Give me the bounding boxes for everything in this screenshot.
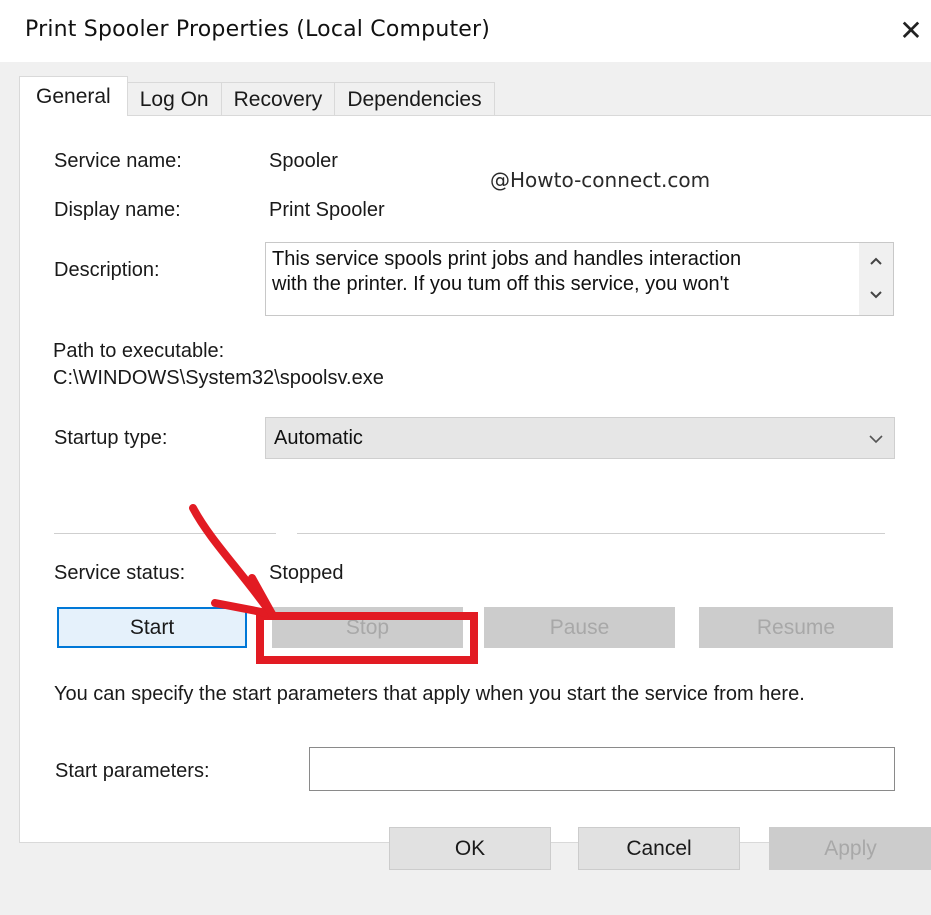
description-line-1: This service spools print jobs and handl… <box>272 248 742 270</box>
tab-dependencies[interactable]: Dependencies <box>334 82 495 116</box>
startup-type-label: Startup type: <box>54 427 168 449</box>
general-tab-panel: Service name: Spooler @Howto-connect.com… <box>19 115 931 843</box>
service-name-label: Service name: <box>54 150 182 172</box>
close-button[interactable]: ✕ <box>891 8 931 52</box>
ok-button[interactable]: OK <box>389 827 551 870</box>
tab-log-on[interactable]: Log On <box>126 82 222 116</box>
close-icon: ✕ <box>899 13 923 47</box>
stop-button[interactable]: Stop <box>272 607 463 648</box>
service-status-label: Service status: <box>54 562 186 584</box>
description-label: Description: <box>54 259 160 281</box>
description-line-2: with the printer. If you tum off this se… <box>272 273 729 295</box>
start-parameters-hint: You can specify the start parameters tha… <box>54 683 805 705</box>
tab-strip: General Log On Recovery Dependencies <box>19 76 495 116</box>
start-button[interactable]: Start <box>57 607 247 648</box>
window-title: Print Spooler Properties (Local Computer… <box>25 17 491 42</box>
service-status-value: Stopped <box>269 562 344 584</box>
service-name-value: Spooler <box>269 150 338 172</box>
pause-button[interactable]: Pause <box>484 607 675 648</box>
chevron-down-icon[interactable] <box>868 287 884 303</box>
startup-type-select[interactable]: Automatic <box>265 417 895 459</box>
path-label: Path to executable: <box>53 340 225 362</box>
chevron-down-icon <box>869 435 883 444</box>
apply-button[interactable]: Apply <box>769 827 931 870</box>
chevron-up-icon[interactable] <box>868 253 884 269</box>
watermark-text: @Howto-connect.com <box>490 168 711 192</box>
tab-recovery[interactable]: Recovery <box>220 82 336 116</box>
resume-button[interactable]: Resume <box>699 607 893 648</box>
description-scrollbar[interactable] <box>859 243 893 315</box>
title-bar: Print Spooler Properties (Local Computer… <box>0 0 931 62</box>
path-value: C:\WINDOWS\System32\spoolsv.exe <box>53 367 384 389</box>
start-parameters-label: Start parameters: <box>55 760 210 782</box>
start-parameters-input[interactable] <box>309 747 895 791</box>
display-name-value: Print Spooler <box>269 199 385 221</box>
description-textbox[interactable]: This service spools print jobs and handl… <box>265 242 894 316</box>
divider-right <box>297 533 885 534</box>
display-name-label: Display name: <box>54 199 181 221</box>
startup-type-value: Automatic <box>274 426 363 449</box>
dialog-client-area: General Log On Recovery Dependencies Ser… <box>0 62 931 915</box>
tab-general[interactable]: General <box>19 76 128 116</box>
divider-left <box>54 533 276 534</box>
cancel-button[interactable]: Cancel <box>578 827 740 870</box>
